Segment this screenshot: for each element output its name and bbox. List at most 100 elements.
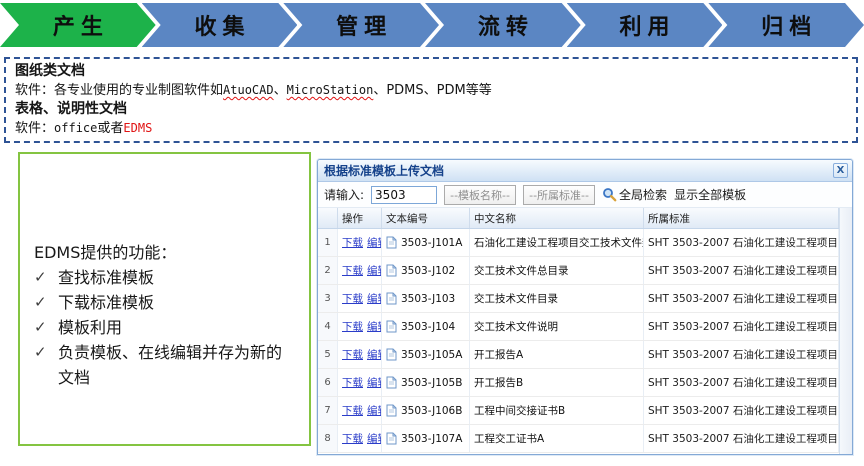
doc-code-text: 3503-J103 xyxy=(401,293,455,305)
header-chinese-name[interactable]: 中文名称 xyxy=(470,208,644,228)
row-operations: 下载 编辑 xyxy=(338,397,382,424)
row-number: 7 xyxy=(318,397,338,424)
note-title-forms: 表格、说明性文档 xyxy=(15,100,847,119)
edit-link[interactable]: 编辑 xyxy=(367,375,382,390)
template-name-combo[interactable]: --模板名称-- xyxy=(444,185,516,205)
table-row[interactable]: 8 下载 编辑 3503-J107A 工程交工证书A SHT 3503-2007… xyxy=(318,425,839,453)
download-link[interactable]: 下载 xyxy=(342,347,363,362)
row-number: 6 xyxy=(318,369,338,396)
row-operations: 下载 编辑 xyxy=(338,285,382,312)
row-number: 2 xyxy=(318,257,338,284)
doc-code-text: 3503-J104 xyxy=(401,321,455,333)
download-link[interactable]: 下载 xyxy=(342,235,363,250)
download-link[interactable]: 下载 xyxy=(342,403,363,418)
doc-code-text: 3503-J105A xyxy=(401,349,462,361)
edms-function-item: ✓ 负责模板、在线编辑并存为新的文档 xyxy=(34,340,297,390)
show-all-templates-button[interactable]: 显示全部模板 xyxy=(674,186,746,203)
row-standard: SHT 3503-2007 石油化工建设工程项目交工... xyxy=(644,313,839,340)
table-row[interactable]: 4 下载 编辑 3503-J104 交工技术文件说明 SHT 3503-2007… xyxy=(318,313,839,341)
flow-stage-archive: 归档 xyxy=(708,3,864,47)
table-row[interactable]: 5 下载 编辑 3503-J105A 开工报告A SHT 3503-2007 石… xyxy=(318,341,839,369)
document-icon xyxy=(386,320,397,333)
download-link[interactable]: 下载 xyxy=(342,291,363,306)
flow-stage-label: 收集 xyxy=(189,9,251,41)
standard-combo[interactable]: --所属标准-- xyxy=(523,185,595,205)
edit-link[interactable]: 编辑 xyxy=(367,347,382,362)
note-line-drawing-software: 软件：各专业使用的专业制图软件如AtuoCAD、MicroStation、PDM… xyxy=(15,81,847,100)
row-operations: 下载 编辑 xyxy=(338,229,382,256)
row-chinese-name: 工程交工证书A xyxy=(470,425,644,452)
row-number: 8 xyxy=(318,425,338,452)
row-chinese-name: 工程中间交接证书B xyxy=(470,397,644,424)
row-number: 3 xyxy=(318,285,338,312)
vertical-scrollbar[interactable] xyxy=(839,208,852,454)
document-icon xyxy=(386,264,397,277)
row-standard: SHT 3503-2007 石油化工建设工程项目交工... xyxy=(644,341,839,368)
process-flow: 产生 收集 管理 流转 利用 归档 xyxy=(0,3,864,47)
row-standard: SHT 3503-2007 石油化工建设工程项目交工... xyxy=(644,397,839,424)
row-doc-code: 3503-J105A xyxy=(382,341,470,368)
edms-function-item: ✓ 查找标准模板 xyxy=(34,265,297,290)
doc-code-text: 3503-J102 xyxy=(401,265,455,277)
table-row[interactable]: 2 下载 编辑 3503-J102 交工技术文件总目录 SHT 3503-200… xyxy=(318,257,839,285)
row-chinese-name: 开工报告B xyxy=(470,369,644,396)
row-standard: SHT 3503-2007 石油化工建设工程项目交工... xyxy=(644,425,839,452)
edit-link[interactable]: 编辑 xyxy=(367,263,382,278)
table-row[interactable]: 7 下载 编辑 3503-J106B 工程中间交接证书B SHT 3503-20… xyxy=(318,397,839,425)
dialog-title: 根据标准模板上传文档 xyxy=(324,162,444,179)
close-icon[interactable]: X xyxy=(833,163,848,178)
edit-link[interactable]: 编辑 xyxy=(367,235,382,250)
header-operation[interactable]: 操作 xyxy=(338,208,382,228)
header-doc-code[interactable]: 文本编号 xyxy=(382,208,470,228)
row-doc-code: 3503-J105B xyxy=(382,369,470,396)
download-link[interactable]: 下载 xyxy=(342,263,363,278)
row-chinese-name: 开工报告A xyxy=(470,341,644,368)
document-icon xyxy=(386,432,397,445)
edit-link[interactable]: 编辑 xyxy=(367,291,382,306)
edit-link[interactable]: 编辑 xyxy=(367,431,382,446)
document-icon xyxy=(386,236,397,249)
row-number: 5 xyxy=(318,341,338,368)
row-chinese-name: 交工技术文件目录 xyxy=(470,285,644,312)
global-search-button[interactable]: 全局检索 xyxy=(602,186,667,203)
edit-link[interactable]: 编辑 xyxy=(367,403,382,418)
document-icon xyxy=(386,292,397,305)
template-upload-dialog: 根据标准模板上传文档 X 请输入: --模板名称-- --所属标准-- 全局检索… xyxy=(317,159,853,455)
doc-code-text: 3503-J105B xyxy=(401,377,462,389)
search-input[interactable] xyxy=(371,186,437,204)
grid-body: 1 下载 编辑 3503-J101A 石油化工建设工程项目交工技术文件封面A S… xyxy=(318,229,839,453)
row-operations: 下载 编辑 xyxy=(338,313,382,340)
flow-stage-manage: 管理 xyxy=(283,3,439,47)
misspelled-term: AtuoCAD xyxy=(223,83,274,97)
table-row[interactable]: 1 下载 编辑 3503-J101A 石油化工建设工程项目交工技术文件封面A S… xyxy=(318,229,839,257)
table-row[interactable]: 6 下载 编辑 3503-J105B 开工报告B SHT 3503-2007 石… xyxy=(318,369,839,397)
doc-types-note-box: 图纸类文档 软件：各专业使用的专业制图软件如AtuoCAD、MicroStati… xyxy=(4,57,858,143)
flow-stage-produce: 产生 xyxy=(0,3,156,47)
dialog-toolbar: 请输入: --模板名称-- --所属标准-- 全局检索 显示全部模板 xyxy=(318,182,852,208)
row-operations: 下载 编辑 xyxy=(338,425,382,452)
edit-link[interactable]: 编辑 xyxy=(367,319,382,334)
download-link[interactable]: 下载 xyxy=(342,375,363,390)
row-operations: 下载 编辑 xyxy=(338,369,382,396)
download-link[interactable]: 下载 xyxy=(342,431,363,446)
download-link[interactable]: 下载 xyxy=(342,319,363,334)
row-doc-code: 3503-J107A xyxy=(382,425,470,452)
table-row[interactable]: 3 下载 编辑 3503-J103 交工技术文件目录 SHT 3503-2007… xyxy=(318,285,839,313)
flow-stage-label: 归档 xyxy=(755,9,817,41)
row-number: 1 xyxy=(318,229,338,256)
row-chinese-name: 石油化工建设工程项目交工技术文件封面A xyxy=(470,229,644,256)
edms-highlight: EDMS xyxy=(123,121,152,135)
row-operations: 下载 编辑 xyxy=(338,257,382,284)
grid-header-row: 操作 文本编号 中文名称 所属标准 xyxy=(318,208,839,229)
row-operations: 下载 编辑 xyxy=(338,341,382,368)
edms-function-item: ✓ 下载标准模板 xyxy=(34,290,297,315)
row-standard: SHT 3503-2007 石油化工建设工程项目交工... xyxy=(644,369,839,396)
edms-functions-heading: EDMS提供的功能： xyxy=(34,240,297,265)
flow-stage-circulate: 流转 xyxy=(425,3,581,47)
header-standard[interactable]: 所属标准 xyxy=(644,208,839,228)
flow-stage-use: 利用 xyxy=(567,3,723,47)
flow-stage-label: 利用 xyxy=(614,9,676,41)
dialog-title-bar: 根据标准模板上传文档 X xyxy=(318,160,852,182)
flow-stage-label: 产生 xyxy=(47,9,109,41)
row-chinese-name: 交工技术文件总目录 xyxy=(470,257,644,284)
